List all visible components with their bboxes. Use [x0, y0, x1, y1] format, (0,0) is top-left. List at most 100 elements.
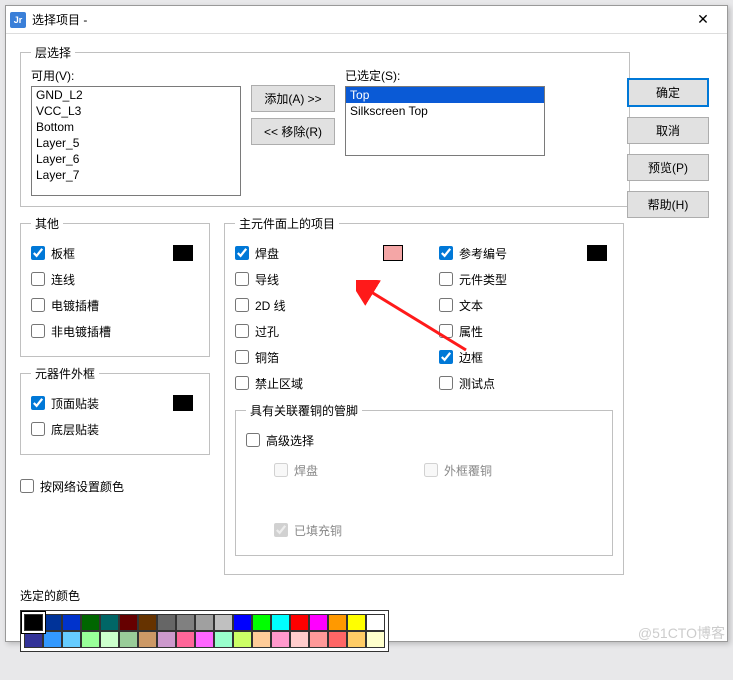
main-left-5-checkbox[interactable] [235, 376, 249, 390]
palette-cell[interactable] [157, 614, 176, 631]
palette-cell[interactable] [176, 631, 195, 648]
palette-cell[interactable] [271, 631, 290, 648]
other-group: 其他 板框 连线 电镀插槽 非电镀插槽 [20, 215, 210, 357]
nonplated-checkbox[interactable] [31, 324, 45, 338]
list-item[interactable]: Layer_5 [32, 135, 240, 151]
palette-cell[interactable] [290, 614, 309, 631]
bottom-mount-checkbox[interactable] [31, 422, 45, 436]
palette-cell[interactable] [24, 631, 43, 648]
board-outline-checkbox[interactable] [31, 246, 45, 260]
list-item[interactable]: Layer_7 [32, 167, 240, 183]
palette-cell[interactable] [62, 614, 81, 631]
main-right-0-checkbox[interactable] [439, 246, 453, 260]
available-listbox[interactable]: GND_L2VCC_L3BottomLayer_5Layer_6Layer_7 [31, 86, 241, 196]
main-right-3-checkbox[interactable] [439, 324, 453, 338]
palette-cell[interactable] [309, 631, 328, 648]
main-right-4-checkbox[interactable] [439, 350, 453, 364]
selected-color-group: 选定的颜色 [20, 587, 713, 662]
main-left-3-checkbox[interactable] [235, 324, 249, 338]
main-right-5-checkbox[interactable] [439, 376, 453, 390]
list-item[interactable]: Layer_6 [32, 151, 240, 167]
main-left-0-checkbox[interactable] [235, 246, 249, 260]
palette-cell[interactable] [347, 631, 366, 648]
list-item[interactable]: Silkscreen Top [346, 103, 544, 119]
connections-checkbox[interactable] [31, 272, 45, 286]
by-net-label: 按网络设置颜色 [40, 478, 124, 495]
selected-listbox[interactable]: TopSilkscreen Top [345, 86, 545, 156]
top-mount-swatch[interactable] [173, 395, 193, 411]
list-item[interactable]: GND_L2 [32, 87, 240, 103]
assoc-copper-group: 具有关联覆铜的管脚 高级选择 焊盘外框覆铜已填充铜 [235, 402, 613, 556]
layer-select-legend: 层选择 [31, 44, 75, 61]
help-button[interactable]: 帮助(H) [627, 191, 709, 218]
by-net-checkbox[interactable] [20, 479, 34, 493]
close-button[interactable]: ✕ [683, 7, 723, 33]
palette-cell[interactable] [100, 631, 119, 648]
palette-cell[interactable] [43, 614, 62, 631]
main-left-1-checkbox[interactable] [235, 272, 249, 286]
remove-button[interactable]: << 移除(R) [251, 118, 335, 145]
sub-options: 焊盘外框覆铜已填充铜 [246, 455, 602, 545]
palette-cell[interactable] [252, 631, 271, 648]
palette-cell[interactable] [119, 631, 138, 648]
plated-checkbox[interactable] [31, 298, 45, 312]
palette-cell[interactable] [176, 614, 195, 631]
palette-cell[interactable] [290, 631, 309, 648]
palette-cell[interactable] [157, 631, 176, 648]
palette-cell[interactable] [138, 614, 157, 631]
app-icon: Jr [10, 12, 26, 28]
palette-cell[interactable] [195, 631, 214, 648]
palette-cell[interactable] [81, 614, 100, 631]
palette-cell[interactable] [271, 614, 290, 631]
palette-cell[interactable] [43, 631, 62, 648]
main-left-1-label: 导线 [255, 271, 279, 288]
top-mount-checkbox[interactable] [31, 396, 45, 410]
palette-cell[interactable] [233, 631, 252, 648]
palette-cell[interactable] [233, 614, 252, 631]
main-left-2-checkbox[interactable] [235, 298, 249, 312]
list-item[interactable]: VCC_L3 [32, 103, 240, 119]
main-left-5-label: 禁止区域 [255, 375, 303, 392]
palette-cell[interactable] [309, 614, 328, 631]
sub-2-checkbox[interactable] [274, 523, 288, 537]
main-right-1-checkbox[interactable] [439, 272, 453, 286]
board-outline-swatch[interactable] [173, 245, 193, 261]
adv-select-checkbox[interactable] [246, 433, 260, 447]
list-item[interactable]: Top [346, 87, 544, 103]
palette-cell[interactable] [252, 614, 271, 631]
add-button[interactable]: 添加(A) >> [251, 85, 335, 112]
sub-0-checkbox[interactable] [274, 463, 288, 477]
main-right-2-checkbox[interactable] [439, 298, 453, 312]
available-label: 可用(V): [31, 67, 241, 84]
board-outline-label: 板框 [51, 245, 75, 262]
sub-0-label: 焊盘 [294, 462, 318, 479]
palette-cell[interactable] [100, 614, 119, 631]
palette-cell[interactable] [119, 614, 138, 631]
bottom-mount-label: 底层贴装 [51, 421, 99, 438]
palette-cell[interactable] [328, 631, 347, 648]
palette-cell[interactable] [214, 614, 233, 631]
palette-cell[interactable] [62, 631, 81, 648]
main-items-legend: 主元件面上的项目 [235, 215, 339, 232]
sub-1-checkbox[interactable] [424, 463, 438, 477]
palette-cell[interactable] [328, 614, 347, 631]
palette-cell[interactable] [347, 614, 366, 631]
palette-cell[interactable] [138, 631, 157, 648]
ok-button[interactable]: 确定 [627, 78, 709, 107]
palette-cell[interactable] [24, 614, 43, 631]
palette-cell[interactable] [366, 614, 385, 631]
comp-outline-group: 元器件外框 顶面贴装 底层贴装 [20, 365, 210, 455]
palette-cell[interactable] [81, 631, 100, 648]
palette-cell[interactable] [214, 631, 233, 648]
main-left-4-checkbox[interactable] [235, 350, 249, 364]
main-right-0-swatch[interactable] [587, 245, 607, 261]
list-item[interactable]: Bottom [32, 119, 240, 135]
preview-button[interactable]: 预览(P) [627, 154, 709, 181]
other-legend: 其他 [31, 215, 63, 232]
palette-cell[interactable] [366, 631, 385, 648]
main-left-0-swatch[interactable] [383, 245, 403, 261]
palette-cell[interactable] [195, 614, 214, 631]
main-right-4-label: 边框 [459, 349, 483, 366]
main-left-col: 焊盘导线2D 线过孔铜箔禁止区域 [235, 238, 409, 398]
cancel-button[interactable]: 取消 [627, 117, 709, 144]
